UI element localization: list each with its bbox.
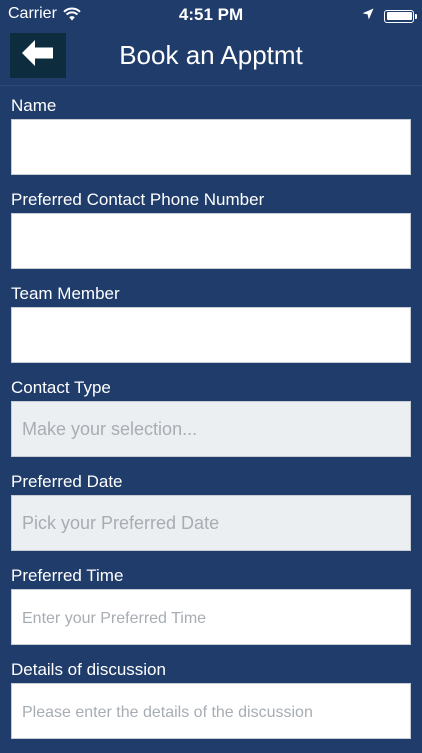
field-contact-type: Contact Type [11, 377, 411, 471]
status-bar: Carrier 4:51 PM [0, 0, 422, 30]
field-name: Name [11, 95, 411, 189]
details-label: Details of discussion [11, 660, 166, 679]
team-member-label: Team Member [11, 284, 120, 303]
contact-type-select[interactable] [11, 401, 411, 457]
name-label: Name [11, 96, 57, 115]
field-team-member: Team Member [11, 283, 411, 377]
status-time: 4:51 PM [178, 5, 244, 24]
battery-level [386, 12, 412, 20]
phone-label: Preferred Contact Phone Number [11, 190, 265, 209]
name-input[interactable] [11, 119, 411, 175]
contact-type-label: Contact Type [11, 378, 111, 397]
phone-input[interactable] [11, 213, 411, 269]
navigation-bar: Book an Apptmt [0, 30, 422, 86]
field-details: Details of discussion [11, 659, 411, 753]
preferred-date-picker[interactable] [11, 495, 411, 551]
details-input[interactable] [11, 683, 411, 739]
preferred-date-label: Preferred Date [11, 472, 123, 491]
appointment-form: Name Preferred Contact Phone Number Team… [11, 95, 411, 753]
preferred-time-label: Preferred Time [11, 566, 124, 585]
field-preferred-date: Preferred Date [11, 471, 411, 565]
battery-icon [384, 9, 417, 23]
field-preferred-time: Preferred Time [11, 565, 411, 659]
team-member-input[interactable] [11, 307, 411, 363]
page-title: Book an Apptmt [119, 40, 303, 70]
status-right [362, 7, 417, 25]
location-arrow-icon [362, 7, 374, 25]
preferred-time-input[interactable] [11, 589, 411, 645]
field-phone: Preferred Contact Phone Number [11, 189, 411, 283]
